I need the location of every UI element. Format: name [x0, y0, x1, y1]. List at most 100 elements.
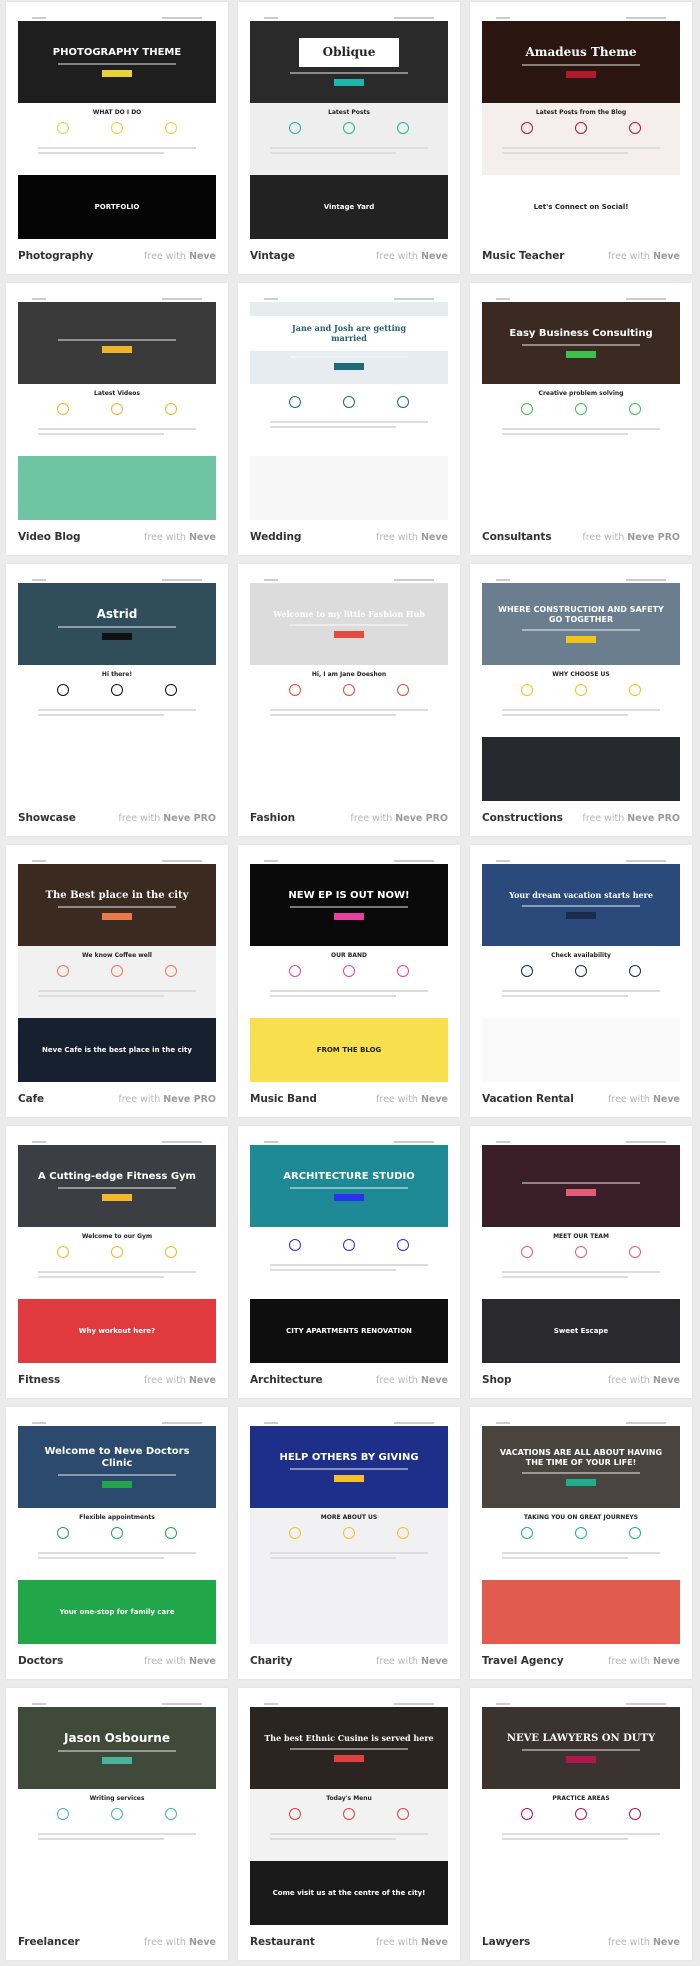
template-card-shop[interactable]: MEET OUR TEAM Sweet Escape Shop free wit…: [470, 1126, 692, 1398]
template-title[interactable]: Shop: [482, 1374, 511, 1386]
preview-band: [482, 737, 680, 801]
template-title[interactable]: Travel Agency: [482, 1655, 564, 1667]
template-preview[interactable]: NEVE LAWYERS ON DUTY PRACTICE AREAS: [482, 1700, 680, 1925]
template-card-photography[interactable]: PHOTOGRAPHY THEME WHAT DO I DO PORTFOLIO…: [6, 2, 228, 274]
template-card-fitness[interactable]: A Cutting-edge Fitness Gym Welcome to ou…: [6, 1126, 228, 1398]
template-preview[interactable]: NEW EP IS OUT NOW! OUR BAND FROM THE BLO…: [250, 857, 448, 1082]
template-preview[interactable]: Easy Business Consulting Creative proble…: [482, 295, 680, 520]
plan-badge: free with Neve PRO: [350, 813, 448, 824]
template-preview[interactable]: Astrid Hi there!: [18, 576, 216, 801]
plan-name: Neve: [188, 250, 216, 262]
preview-section-title: MORE ABOUT US: [320, 1514, 378, 1521]
preview-section-title: Welcome to our Gym: [81, 1233, 153, 1240]
template-card-music-teacher[interactable]: Amadeus Theme Latest Posts from the Blog…: [470, 2, 692, 274]
preview-hero-subtitle: [521, 344, 641, 347]
template-card-vacation-rental[interactable]: Your dream vacation starts here Check av…: [470, 845, 692, 1117]
template-card-restaurant[interactable]: The best Ethnic Cusine is served here To…: [238, 1688, 460, 1960]
plan-prefix: free with: [376, 250, 418, 262]
preview-hero-button: [102, 1194, 132, 1202]
template-preview[interactable]: VACATIONS ARE ALL ABOUT HAVING THE TIME …: [482, 1419, 680, 1644]
template-card-architecture[interactable]: ARCHITECTURE STUDIO CITY APARTMENTS RENO…: [238, 1126, 460, 1398]
template-title[interactable]: Cafe: [18, 1093, 44, 1105]
template-card-travel-agency[interactable]: VACATIONS ARE ALL ABOUT HAVING THE TIME …: [470, 1407, 692, 1679]
preview-text-lines: [482, 421, 680, 442]
template-card-showcase[interactable]: Astrid Hi there! Showcase free with Neve…: [6, 564, 228, 836]
template-card-music-band[interactable]: NEW EP IS OUT NOW! OUR BAND FROM THE BLO…: [238, 845, 460, 1117]
template-preview[interactable]: Your dream vacation starts here Check av…: [482, 857, 680, 1082]
preview-icons: [250, 959, 448, 983]
card-footer: Music Band free with Neve: [250, 1091, 448, 1107]
template-card-constructions[interactable]: WHERE CONSTRUCTION AND SAFETY GO TOGETHE…: [470, 564, 692, 836]
preview-hero: A Cutting-edge Fitness Gym: [18, 1145, 216, 1227]
template-preview[interactable]: PHOTOGRAPHY THEME WHAT DO I DO PORTFOLIO: [18, 14, 216, 239]
template-preview[interactable]: Amadeus Theme Latest Posts from the Blog…: [482, 14, 680, 239]
template-title[interactable]: Music Teacher: [482, 250, 564, 262]
preview-icons: [18, 1802, 216, 1826]
template-preview[interactable]: HELP OTHERS BY GIVING MORE ABOUT US: [250, 1419, 448, 1644]
template-preview[interactable]: A Cutting-edge Fitness Gym Welcome to ou…: [18, 1138, 216, 1363]
template-title[interactable]: Vacation Rental: [482, 1093, 574, 1105]
template-preview[interactable]: The Best place in the city We know Coffe…: [18, 857, 216, 1082]
template-title[interactable]: Photography: [18, 250, 93, 262]
template-preview[interactable]: Welcome to Neve Doctors Clinic Flexible …: [18, 1419, 216, 1644]
template-card-fashion[interactable]: Welcome to my little Fashion Hub Hi, I a…: [238, 564, 460, 836]
preview-hero-heading: Oblique: [298, 37, 400, 68]
preview-icons: [250, 678, 448, 702]
template-title[interactable]: Music Band: [250, 1093, 317, 1105]
template-preview[interactable]: Latest Videos: [18, 295, 216, 520]
template-title[interactable]: Lawyers: [482, 1936, 530, 1948]
preview-text-lines: [18, 421, 216, 442]
preview-nav: [18, 1700, 216, 1707]
preview-hero-subtitle: [57, 63, 177, 66]
preview-text-lines: [18, 1826, 216, 1847]
preview-hero-subtitle: [57, 906, 177, 909]
template-preview[interactable]: WHERE CONSTRUCTION AND SAFETY GO TOGETHE…: [482, 576, 680, 801]
preview-section-title: Latest Posts: [328, 109, 370, 116]
template-card-doctors[interactable]: Welcome to Neve Doctors Clinic Flexible …: [6, 1407, 228, 1679]
template-preview[interactable]: Oblique Latest Posts Vintage Yard: [250, 14, 448, 239]
template-card-cafe[interactable]: The Best place in the city We know Coffe…: [6, 845, 228, 1117]
preview-band-text: FROM THE BLOG: [316, 1046, 382, 1054]
template-title[interactable]: Constructions: [482, 812, 563, 824]
template-card-freelancer[interactable]: Jason Osbourne Writing services Freelanc…: [6, 1688, 228, 1960]
template-title[interactable]: Consultants: [482, 531, 552, 543]
template-preview[interactable]: MEET OUR TEAM Sweet Escape: [482, 1138, 680, 1363]
preview-hero-subtitle: [289, 355, 409, 358]
template-preview[interactable]: Welcome to my little Fashion Hub Hi, I a…: [250, 576, 448, 801]
card-footer: Vintage free with Neve: [250, 248, 448, 264]
template-preview[interactable]: ARCHITECTURE STUDIO CITY APARTMENTS RENO…: [250, 1138, 448, 1363]
template-card-wedding[interactable]: Jane and Josh are getting married Weddin…: [238, 283, 460, 555]
template-card-video-blog[interactable]: Latest Videos Video Blog free with Neve: [6, 283, 228, 555]
plan-name: Neve: [188, 1655, 216, 1667]
template-card-consultants[interactable]: Easy Business Consulting Creative proble…: [470, 283, 692, 555]
preview-hero-heading: A Cutting-edge Fitness Gym: [38, 1170, 196, 1182]
template-title[interactable]: Video Blog: [18, 531, 80, 543]
template-title[interactable]: Fitness: [18, 1374, 60, 1386]
template-card-charity[interactable]: HELP OTHERS BY GIVING MORE ABOUT US Char…: [238, 1407, 460, 1679]
preview-band-text: Your one-stop for family care: [59, 1608, 175, 1616]
template-title[interactable]: Vintage: [250, 250, 295, 262]
template-title[interactable]: Architecture: [250, 1374, 323, 1386]
preview-hero-subtitle: [289, 72, 409, 75]
template-title[interactable]: Charity: [250, 1655, 292, 1667]
preview-band: [250, 456, 448, 520]
plan-name: Neve: [188, 1936, 216, 1948]
template-preview[interactable]: The best Ethnic Cusine is served here To…: [250, 1700, 448, 1925]
template-title[interactable]: Fashion: [250, 812, 295, 824]
preview-hero: NEW EP IS OUT NOW!: [250, 864, 448, 946]
preview-section-title: Hi there!: [101, 671, 133, 678]
template-card-vintage[interactable]: Oblique Latest Posts Vintage Yard Vintag…: [238, 2, 460, 274]
template-title[interactable]: Restaurant: [250, 1936, 315, 1948]
template-title[interactable]: Showcase: [18, 812, 76, 824]
preview-hero-button: [334, 1194, 364, 1202]
preview-section-title: OUR BAND: [331, 952, 367, 959]
template-preview[interactable]: Jane and Josh are getting married: [250, 295, 448, 520]
preview-nav: [250, 857, 448, 864]
template-title[interactable]: Freelancer: [18, 1936, 80, 1948]
template-title[interactable]: Doctors: [18, 1655, 63, 1667]
preview-text-lines: [482, 702, 680, 723]
template-preview[interactable]: Jason Osbourne Writing services: [18, 1700, 216, 1925]
plan-badge: free with Neve PRO: [118, 1094, 216, 1105]
template-card-lawyers[interactable]: NEVE LAWYERS ON DUTY PRACTICE AREAS Lawy…: [470, 1688, 692, 1960]
template-title[interactable]: Wedding: [250, 531, 301, 543]
